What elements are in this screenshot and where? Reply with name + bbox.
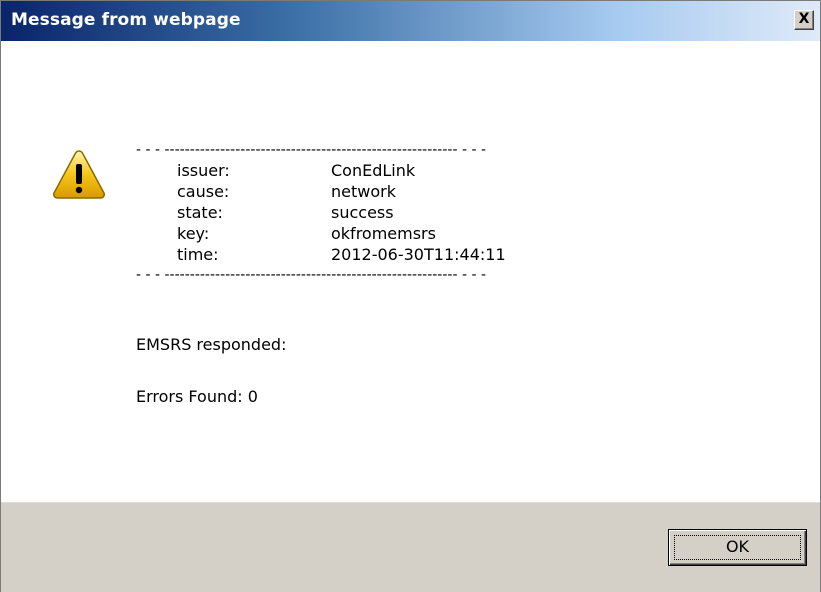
ok-button[interactable]: OK: [668, 529, 807, 566]
field-label: key:: [177, 224, 210, 243]
field-label: issuer:: [177, 161, 230, 180]
field-label: time:: [177, 245, 219, 264]
field-value: success: [331, 203, 394, 222]
dialog-content: - - - ----------------------------------…: [1, 41, 820, 502]
field-label: state:: [177, 203, 223, 222]
title-bar[interactable]: Message from webpage X: [1, 1, 820, 41]
dialog-title: Message from webpage: [11, 10, 241, 30]
field-value: network: [331, 182, 396, 201]
divider-top: - - - ----------------------------------…: [136, 142, 487, 158]
button-bar: OK: [1, 502, 820, 592]
divider-bottom: - - - ----------------------------------…: [136, 267, 487, 283]
close-button[interactable]: X: [794, 10, 814, 30]
errors-found-text: Errors Found: 0: [136, 387, 258, 406]
ok-button-label: OK: [725, 537, 750, 556]
field-label: cause:: [177, 182, 230, 201]
field-value: 2012-06-30T11:44:11: [331, 245, 506, 264]
warning-icon: [53, 150, 105, 199]
message-dialog: Message from webpage X - - - -----------…: [0, 0, 821, 592]
close-icon: X: [798, 11, 810, 27]
field-value: ConEdLink: [331, 161, 416, 180]
response-text: EMSRS responded:: [136, 335, 287, 354]
field-row-time: time: 2012-06-30T11:44:11: [136, 244, 506, 265]
field-value: okfromemsrs: [331, 224, 436, 243]
field-row-state: state: success: [136, 202, 506, 223]
details-block: - - - ----------------------------------…: [136, 140, 506, 285]
field-row-key: key: okfromemsrs: [136, 223, 506, 244]
field-row-cause: cause: network: [136, 181, 506, 202]
field-row-issuer: issuer: ConEdLink: [136, 160, 506, 181]
